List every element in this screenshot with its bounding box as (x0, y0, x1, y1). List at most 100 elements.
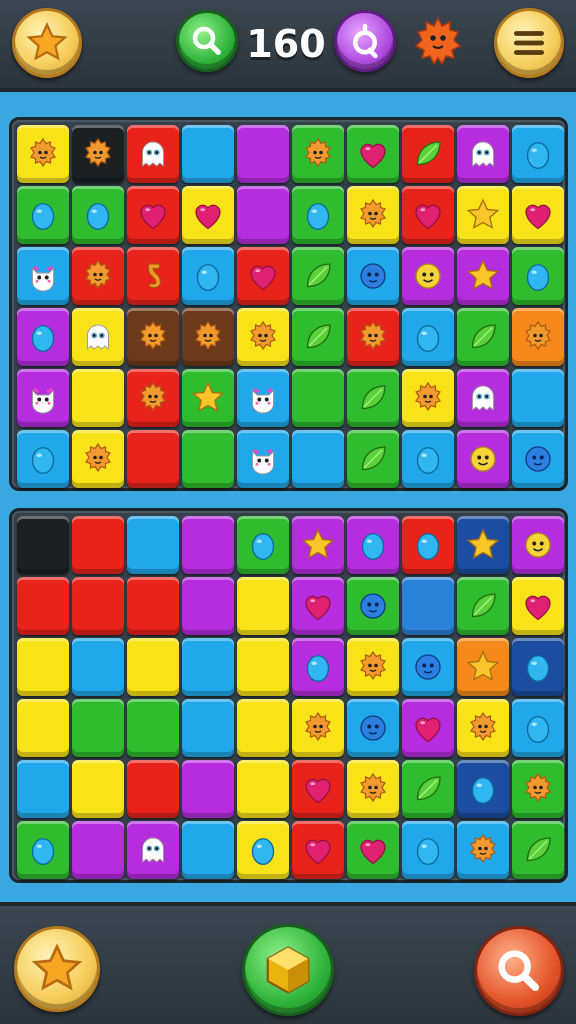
tile-r4-c1[interactable] (72, 760, 124, 818)
tile-r3-c1[interactable] (72, 699, 124, 757)
tile-r3-c8[interactable] (457, 308, 509, 366)
tile-r2-c2[interactable] (127, 247, 179, 305)
tile-r0-c1[interactable] (72, 516, 124, 574)
tile-r0-c5[interactable] (292, 125, 344, 183)
tile-r3-c4[interactable] (237, 699, 289, 757)
tile-r4-c6[interactable] (347, 369, 399, 427)
tile-r5-c5[interactable] (292, 430, 344, 488)
tile-r4-c6[interactable] (347, 760, 399, 818)
tile-r4-c3[interactable] (182, 760, 234, 818)
star-button[interactable] (12, 8, 82, 78)
search-button[interactable] (176, 10, 238, 72)
tile-r3-c3[interactable] (182, 308, 234, 366)
tile-r3-c5[interactable] (292, 308, 344, 366)
tile-r1-c2[interactable] (127, 577, 179, 635)
tile-r1-c6[interactable] (347, 186, 399, 244)
tile-r5-c1[interactable] (72, 821, 124, 879)
tile-r4-c9[interactable] (512, 369, 564, 427)
tile-r2-c0[interactable] (17, 638, 69, 696)
tile-r4-c4[interactable] (237, 369, 289, 427)
tile-r0-c2[interactable] (127, 125, 179, 183)
tile-r3-c6[interactable] (347, 699, 399, 757)
tile-r2-c1[interactable] (72, 638, 124, 696)
tile-r1-c1[interactable] (72, 577, 124, 635)
tile-r3-c3[interactable] (182, 699, 234, 757)
menu-button[interactable] (494, 8, 564, 78)
tile-r4-c8[interactable] (457, 369, 509, 427)
tile-r0-c0[interactable] (17, 516, 69, 574)
tile-r3-c9[interactable] (512, 308, 564, 366)
tile-r0-c9[interactable] (512, 516, 564, 574)
tile-r3-c6[interactable] (347, 308, 399, 366)
magnifier-booster-button[interactable] (474, 926, 564, 1016)
tile-r4-c8[interactable] (457, 760, 509, 818)
tile-r2-c9[interactable] (512, 247, 564, 305)
cube-booster-button[interactable] (242, 924, 334, 1016)
tile-r5-c1[interactable] (72, 430, 124, 488)
tile-r2-c3[interactable] (182, 247, 234, 305)
tile-r4-c9[interactable] (512, 760, 564, 818)
tile-r3-c4[interactable] (237, 308, 289, 366)
tile-r1-c9[interactable] (512, 577, 564, 635)
tile-r2-c1[interactable] (72, 247, 124, 305)
tile-r2-c6[interactable] (347, 638, 399, 696)
tile-r1-c3[interactable] (182, 186, 234, 244)
tile-r3-c0[interactable] (17, 308, 69, 366)
tile-r1-c9[interactable] (512, 186, 564, 244)
tile-r2-c0[interactable] (17, 247, 69, 305)
tile-r3-c9[interactable] (512, 699, 564, 757)
tile-r2-c5[interactable] (292, 247, 344, 305)
tile-r1-c7[interactable] (402, 577, 454, 635)
tile-r2-c7[interactable] (402, 638, 454, 696)
tile-r0-c3[interactable] (182, 125, 234, 183)
tile-r0-c3[interactable] (182, 516, 234, 574)
tile-r2-c8[interactable] (457, 638, 509, 696)
tile-r3-c7[interactable] (402, 699, 454, 757)
tile-r4-c3[interactable] (182, 369, 234, 427)
tile-r5-c5[interactable] (292, 821, 344, 879)
tile-r5-c4[interactable] (237, 821, 289, 879)
tile-r2-c3[interactable] (182, 638, 234, 696)
tile-r1-c0[interactable] (17, 186, 69, 244)
tile-r5-c8[interactable] (457, 430, 509, 488)
tile-r1-c4[interactable] (237, 186, 289, 244)
tile-r5-c2[interactable] (127, 430, 179, 488)
tile-r5-c0[interactable] (17, 430, 69, 488)
tile-r0-c9[interactable] (512, 125, 564, 183)
tile-r5-c7[interactable] (402, 821, 454, 879)
tile-r2-c4[interactable] (237, 638, 289, 696)
tile-r5-c2[interactable] (127, 821, 179, 879)
tile-r1-c8[interactable] (457, 186, 509, 244)
tile-r5-c3[interactable] (182, 430, 234, 488)
tile-r0-c0[interactable] (17, 125, 69, 183)
tile-r1-c4[interactable] (237, 577, 289, 635)
tile-r5-c7[interactable] (402, 430, 454, 488)
tile-r0-c4[interactable] (237, 125, 289, 183)
tile-r4-c0[interactable] (17, 369, 69, 427)
tile-r1-c7[interactable] (402, 186, 454, 244)
tile-r3-c5[interactable] (292, 699, 344, 757)
tile-r2-c4[interactable] (237, 247, 289, 305)
tile-r2-c2[interactable] (127, 638, 179, 696)
tile-r1-c5[interactable] (292, 577, 344, 635)
tile-r4-c5[interactable] (292, 760, 344, 818)
tile-r2-c8[interactable] (457, 247, 509, 305)
tile-r1-c5[interactable] (292, 186, 344, 244)
tile-r3-c2[interactable] (127, 308, 179, 366)
tile-r0-c1[interactable] (72, 125, 124, 183)
tile-r5-c3[interactable] (182, 821, 234, 879)
tile-r1-c6[interactable] (347, 577, 399, 635)
tile-r4-c7[interactable] (402, 760, 454, 818)
tile-r3-c2[interactable] (127, 699, 179, 757)
tile-r4-c0[interactable] (17, 760, 69, 818)
tile-r4-c5[interactable] (292, 369, 344, 427)
tile-r2-c9[interactable] (512, 638, 564, 696)
tile-r5-c0[interactable] (17, 821, 69, 879)
tile-r2-c5[interactable] (292, 638, 344, 696)
tile-r2-c7[interactable] (402, 247, 454, 305)
tile-r5-c9[interactable] (512, 821, 564, 879)
tile-r3-c8[interactable] (457, 699, 509, 757)
tile-r0-c4[interactable] (237, 516, 289, 574)
tile-r1-c8[interactable] (457, 577, 509, 635)
tile-r0-c5[interactable] (292, 516, 344, 574)
